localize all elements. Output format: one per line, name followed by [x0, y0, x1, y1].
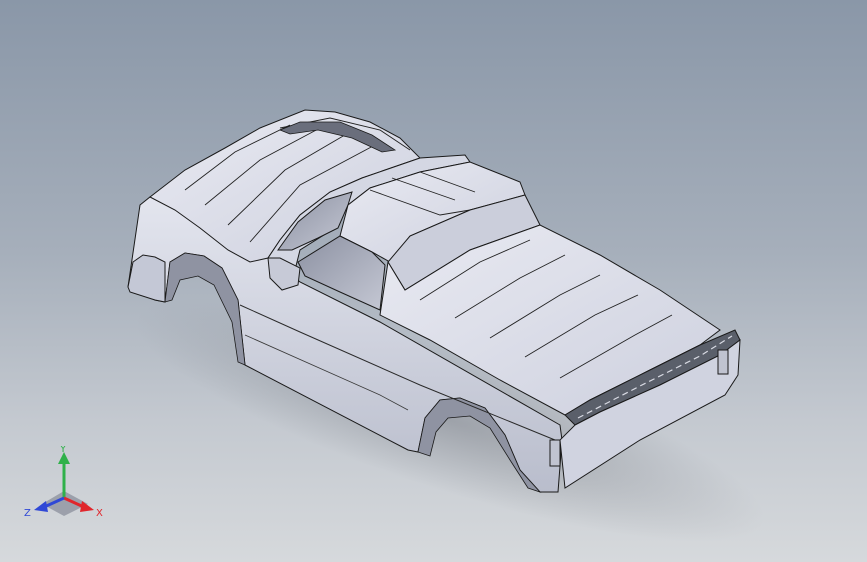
x-axis-arrow-icon	[80, 501, 94, 512]
graphics-viewport[interactable]: Y X Z	[0, 0, 867, 562]
y-axis-label: Y	[59, 446, 67, 455]
z-axis-label: Z	[24, 508, 31, 519]
front-bumper[interactable]	[127, 254, 166, 303]
tail-light-right	[717, 349, 729, 375]
car-body-model[interactable]	[0, 0, 867, 562]
x-axis-label: X	[96, 508, 103, 519]
tail-light-left	[549, 439, 561, 467]
orientation-triad: Y X Z	[24, 446, 103, 519]
z-axis-arrow-icon	[34, 501, 48, 512]
